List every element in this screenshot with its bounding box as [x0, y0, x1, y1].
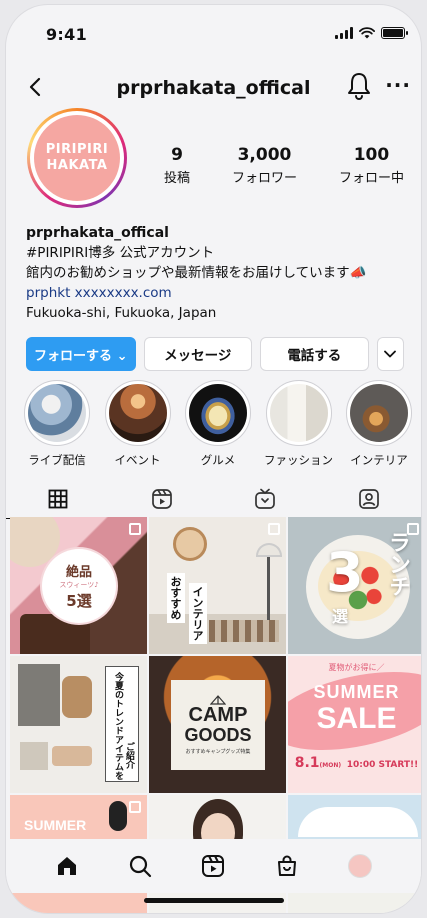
stat-label: フォロー中 — [338, 171, 404, 186]
stat-posts[interactable]: 9 投稿 — [164, 145, 190, 186]
highlight-live[interactable]: ライブ配信 — [22, 380, 92, 468]
profile-actions: フォローする ⌄ メッセージ 電話する — [26, 337, 404, 371]
bottom-nav — [6, 839, 421, 893]
post-lunch[interactable]: 3 ランチ 選 — [288, 517, 421, 654]
bio-line: #PIRIPIRI博多 公式アカウント — [26, 245, 215, 261]
stat-following[interactable]: 100 フォロー中 — [339, 145, 404, 186]
highlight-thumbnail — [269, 384, 328, 442]
post-sale[interactable]: 夏物がお得に／ SUMMER SALE 8.1(MON) 10:00 START… — [288, 656, 421, 793]
more-options-icon[interactable]: ··· — [385, 73, 411, 97]
tab-reels[interactable] — [110, 479, 214, 519]
reels-icon[interactable] — [201, 854, 225, 878]
sale-date: 8.1(MON) 10:00 START!! — [288, 752, 421, 771]
signal-icon — [335, 27, 353, 39]
bio-location: Fukuoka-shi, Fukuoka, Japan — [26, 305, 217, 321]
post-text: おすすめ — [167, 573, 185, 623]
bio-line: 館内のお勧めショップや最新情報をお届けしています📣 — [26, 265, 367, 281]
highlight-event[interactable]: イベント — [103, 380, 173, 468]
bell-icon[interactable] — [345, 71, 373, 101]
status-icons — [335, 27, 408, 39]
stat-label: 投稿 — [164, 171, 191, 186]
phone-frame: 9:41 prprhakata_offical ··· PIRIPIRI HAK… — [6, 5, 421, 913]
tv-icon — [255, 488, 276, 509]
highlight-gourmet[interactable]: グルメ — [183, 380, 253, 468]
post-text: 絶品 — [65, 565, 92, 580]
highlight-thumbnail — [189, 384, 247, 442]
post-text: ランチ — [385, 531, 410, 597]
highlight-label: ファッション — [264, 453, 333, 467]
profile-header: prprhakata_offical ··· — [6, 67, 421, 111]
post-sweets[interactable]: 絶品 スウィーツ♪ 5選 — [10, 517, 147, 654]
post-text: 3 — [326, 541, 364, 604]
suggestions-dropdown-button[interactable] — [376, 337, 404, 371]
stat-value: 100 — [353, 145, 390, 165]
message-button[interactable]: メッセージ — [143, 337, 253, 371]
post-interior[interactable]: おすすめ インテリア — [149, 517, 286, 654]
post-text: おすすめキャンプグッズ特集 — [185, 749, 251, 755]
highlight-label: イベント — [114, 453, 161, 467]
status-bar: 9:41 — [6, 5, 421, 57]
highlight-thumbnail — [28, 384, 86, 442]
call-button[interactable]: 電話する — [260, 337, 369, 371]
highlight-label: グルメ — [200, 453, 236, 467]
post-text: ご紹介 — [124, 742, 134, 769]
post-text: 5選 — [66, 592, 92, 610]
stat-value: 3,000 — [237, 145, 292, 165]
battery-icon — [381, 27, 408, 39]
brand-logo: PIRIPIRI HAKATA — [34, 115, 120, 201]
grid-icon — [48, 489, 68, 508]
multi-post-icon — [407, 523, 419, 535]
post-text: インテリア — [189, 583, 207, 644]
follow-button[interactable]: フォローする ⌄ — [26, 337, 136, 371]
highlight-label: インテリア — [350, 453, 408, 467]
post-fashion[interactable]: 今夏のトレンドアイテムを ご紹介 — [10, 656, 147, 793]
post-text: (MON) — [319, 762, 342, 769]
multi-post-icon — [129, 523, 141, 535]
stat-followers[interactable]: 3,000 フォロワー — [232, 145, 297, 186]
tagged-user-icon — [359, 489, 379, 509]
stat-value: 9 — [171, 145, 183, 165]
highlight-fashion[interactable]: ファッション — [264, 380, 334, 468]
post-text: SUMMER — [313, 682, 400, 702]
home-indicator — [144, 898, 284, 903]
highlight-thumbnail — [350, 384, 408, 442]
bio-link[interactable]: prphkt xxxxxxxx.com — [26, 283, 406, 303]
home-icon[interactable] — [55, 854, 79, 878]
post-text: 10:00 START!! — [346, 760, 419, 770]
multi-post-icon — [129, 801, 141, 813]
post-text: スウィーツ♪ — [59, 581, 99, 589]
post-text: 8.1 — [294, 755, 320, 771]
wifi-icon — [359, 27, 375, 39]
multi-post-icon — [268, 523, 280, 535]
reels-icon — [151, 489, 172, 509]
stat-label: フォロワー — [231, 171, 297, 186]
logo-line1: PIRIPIRI — [45, 142, 109, 157]
post-text: CAMP — [188, 704, 248, 726]
tab-igtv[interactable] — [214, 479, 318, 519]
highlight-label: ライブ配信 — [28, 453, 86, 467]
post-text: 夏物がお得に／ — [328, 663, 385, 672]
story-highlights: ライブ配信 イベント グルメ ファッション インテリア — [22, 380, 414, 468]
status-time: 9:41 — [46, 25, 87, 44]
highlight-thumbnail — [108, 384, 167, 442]
tab-grid[interactable] — [6, 479, 110, 519]
bio-name: prprhakata_offical — [26, 225, 169, 241]
profile-bio: prprhakata_offical #PIRIPIRI博多 公式アカウント 館… — [26, 223, 406, 323]
profile-stats: 9 投稿 3,000 フォロワー 100 フォロー中 — [164, 145, 404, 186]
search-icon[interactable] — [128, 854, 152, 878]
post-text: 選 — [332, 607, 349, 626]
post-text: SALE — [316, 702, 397, 735]
profile-tabs — [6, 479, 421, 519]
profile-avatar-icon[interactable] — [348, 854, 373, 878]
post-camp[interactable]: CAMP GOODS おすすめキャンプグッズ特集 — [149, 656, 286, 793]
highlight-interior[interactable]: インテリア — [344, 380, 414, 468]
avatar[interactable]: PIRIPIRI HAKATA — [27, 108, 127, 208]
post-text: GOODS — [184, 725, 252, 745]
tab-tagged[interactable] — [317, 479, 421, 519]
logo-line2: HAKATA — [46, 158, 108, 173]
chevron-down-icon — [384, 350, 397, 358]
shop-icon[interactable] — [275, 854, 299, 878]
post-text: SUMMER — [24, 817, 87, 833]
